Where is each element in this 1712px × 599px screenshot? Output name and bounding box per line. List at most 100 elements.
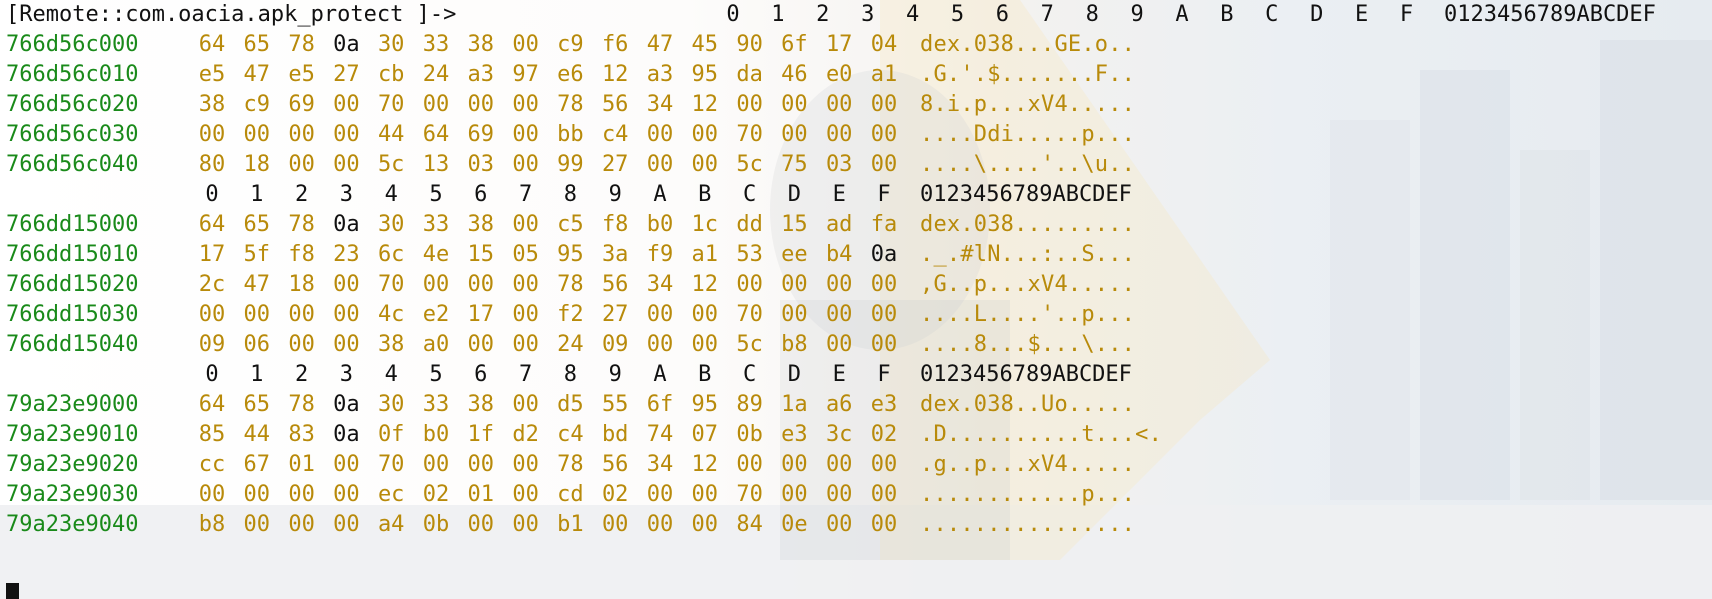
hex-byte: 01 [467, 482, 495, 507]
column-header: 8 [1085, 2, 1099, 27]
row-address: 79a23e9010 [6, 422, 139, 447]
terminal-output: [Remote::com.oacia.apk_protect ]-> 0 1 2 3 4 5… [0, 0, 1712, 599]
terminal-cursor[interactable] [6, 583, 19, 599]
hex-byte: 34 [646, 92, 674, 117]
hex-byte: 00 [198, 302, 226, 327]
hex-byte: dd [736, 212, 763, 237]
hex-byte: 24 [557, 332, 584, 357]
ascii-dump: ....Ddi.....p... [920, 122, 1136, 147]
hex-byte: 0e [781, 512, 808, 537]
hex-byte: 38 [467, 212, 495, 237]
hex-byte: 00 [781, 302, 808, 327]
hex-byte: 00 [198, 482, 226, 507]
hex-byte: 34 [646, 272, 674, 297]
column-header: 0 [205, 362, 219, 387]
column-header: 3 [339, 362, 354, 387]
hex-byte: 83 [288, 422, 315, 447]
hex-byte: 70 [377, 92, 405, 117]
column-header: 9 [608, 182, 622, 207]
column-header: B [698, 362, 712, 387]
column-header: C [742, 182, 757, 207]
hex-byte: 00 [333, 452, 360, 477]
hex-byte: d2 [512, 422, 539, 447]
hex-byte: 00 [243, 122, 271, 147]
hex-byte: 97 [512, 62, 539, 87]
hex-byte: 02 [601, 482, 629, 507]
hex-byte: 00 [781, 452, 808, 477]
hex-byte: 30 [377, 32, 405, 57]
column-header: 3 [339, 182, 354, 207]
hex-byte: 00 [288, 512, 315, 537]
hex-byte: 3c [825, 422, 853, 447]
hex-byte: 0b [422, 512, 450, 537]
hex-byte: 89 [736, 392, 763, 417]
hex-byte: 00 [512, 482, 539, 507]
hex-byte: 5f [243, 242, 271, 267]
hex-byte: 00 [825, 332, 853, 357]
ascii-dump: ............p... [920, 482, 1136, 507]
column-header: 5 [950, 2, 965, 27]
hex-byte: 00 [870, 512, 898, 537]
column-header: 6 [995, 2, 1010, 27]
hex-byte: 47 [243, 272, 271, 297]
hex-byte: 00 [691, 152, 719, 177]
column-header: 2 [294, 182, 309, 207]
ascii-dump: .D..........t...<. [920, 422, 1163, 447]
hex-byte: 64 [198, 392, 226, 417]
hex-byte: 1a [781, 392, 808, 417]
hex-byte: 00 [467, 452, 495, 477]
hex-byte: 55 [601, 392, 629, 417]
hex-byte: 69 [288, 92, 315, 117]
hex-byte: 00 [825, 482, 853, 507]
hex-byte: cd [557, 482, 584, 507]
hex-byte: 18 [243, 152, 271, 177]
hex-byte: 04 [870, 32, 898, 57]
hex-byte: 00 [825, 122, 853, 147]
hex-byte: e0 [825, 62, 853, 87]
hex-byte: e5 [198, 62, 226, 87]
hex-byte: 00 [512, 272, 539, 297]
hex-byte: 70 [736, 302, 763, 327]
hex-byte: a4 [377, 512, 405, 537]
hex-byte: 00 [691, 122, 719, 147]
hex-byte: e3 [870, 392, 898, 417]
hex-byte: 3a [601, 242, 629, 267]
hex-byte: 00 [512, 452, 539, 477]
hex-byte: 00 [646, 512, 674, 537]
row-address: 766d56c040 [6, 152, 139, 177]
hex-byte: 12 [691, 92, 719, 117]
hex-byte: 0a [333, 392, 360, 417]
hex-byte: 12 [601, 62, 629, 87]
hex-byte: 38 [377, 332, 405, 357]
command-prompt: [Remote::com.oacia.apk_protect ]-> [6, 2, 457, 27]
hex-byte: c4 [557, 422, 584, 447]
column-header: 2 [816, 2, 830, 27]
hex-byte: 95 [691, 392, 719, 417]
column-header: 0 [726, 2, 740, 27]
hex-byte: 00 [333, 332, 360, 357]
hex-byte: 15 [781, 212, 808, 237]
hex-byte: 38 [198, 92, 226, 117]
hex-byte: 95 [691, 62, 719, 87]
hex-byte: 00 [870, 152, 898, 177]
hex-byte: 00 [601, 512, 629, 537]
hex-byte: 56 [601, 272, 629, 297]
column-header: E [1354, 2, 1369, 27]
row-address: 79a23e9020 [6, 452, 139, 477]
hex-byte: b0 [646, 212, 674, 237]
hex-byte: 00 [870, 92, 898, 117]
hex-byte: a6 [825, 392, 853, 417]
column-header: 9 [608, 362, 622, 387]
column-header: 7 [1040, 2, 1054, 27]
hex-byte: 0f [377, 422, 405, 447]
ascii-dump: .g..p...xV4..... [920, 452, 1136, 477]
hex-byte: e6 [557, 62, 584, 87]
column-header: 3 [861, 2, 875, 27]
hex-byte: 84 [736, 512, 763, 537]
hex-byte: b0 [422, 422, 450, 447]
hex-byte: 00 [198, 122, 226, 147]
hex-byte: 6c [377, 242, 405, 267]
hex-byte: 00 [736, 452, 763, 477]
hex-byte: 17 [198, 242, 226, 267]
hex-byte: 00 [646, 122, 674, 147]
